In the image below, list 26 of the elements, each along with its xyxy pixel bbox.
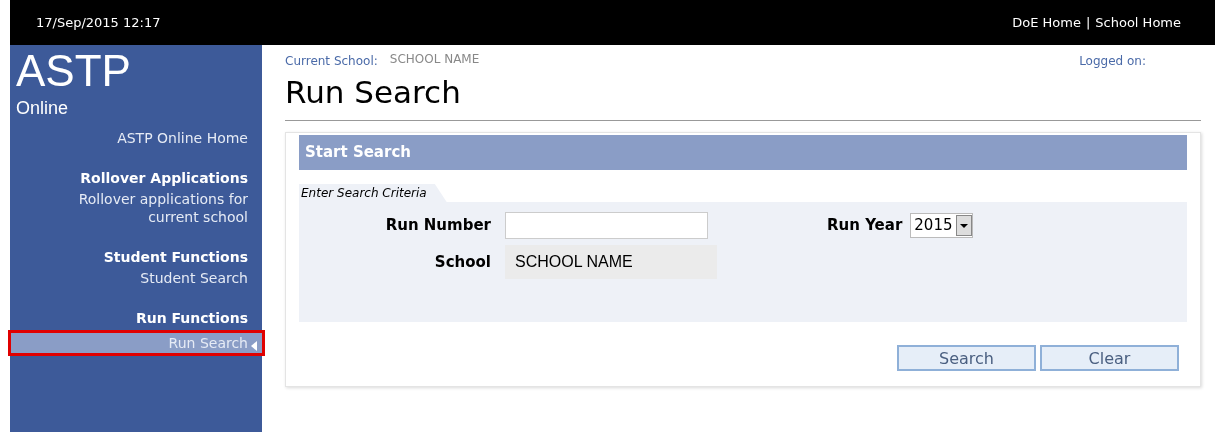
date-time: 17/Sep/2015 12:17 (36, 13, 161, 32)
app-subtitle: Online (16, 97, 70, 119)
current-school-label: Current School: (285, 53, 378, 70)
sidebar-heading: Rollover Applications (79, 169, 249, 187)
sidebar-item[interactable]: Student Search (10, 269, 262, 287)
current-school-name: SCHOOL NAME (389, 51, 480, 68)
school-label: School (433, 251, 492, 273)
logged-on-label: Logged on: (1079, 53, 1146, 70)
sidebar-item[interactable]: ASTP Online Home (10, 129, 262, 147)
school-value: SCHOOL NAME (505, 245, 717, 279)
app-logo: ASTP (16, 49, 132, 93)
run-number-label: Run Number (384, 215, 492, 237)
run-year-label: Run Year (827, 215, 903, 237)
doe-home-link[interactable]: DoE Home (1012, 12, 1081, 33)
run-year-dropdown[interactable]: 2015 (910, 213, 973, 238)
sidebar-heading: Run Functions (134, 309, 249, 327)
pointer-icon (251, 341, 257, 351)
sidebar-heading: Student Functions (102, 248, 249, 266)
run-number-field[interactable] (505, 212, 708, 239)
page-title: Run Search (285, 74, 462, 110)
school-home-link[interactable]: School Home (1095, 12, 1181, 33)
panel-header: Start Search (299, 135, 1187, 170)
search-button[interactable]: Search (897, 345, 1036, 371)
link-separator: | (1085, 13, 1091, 32)
sidebar-item[interactable]: Rollover applications for current school (10, 190, 262, 226)
clear-button[interactable]: Clear (1040, 345, 1179, 371)
